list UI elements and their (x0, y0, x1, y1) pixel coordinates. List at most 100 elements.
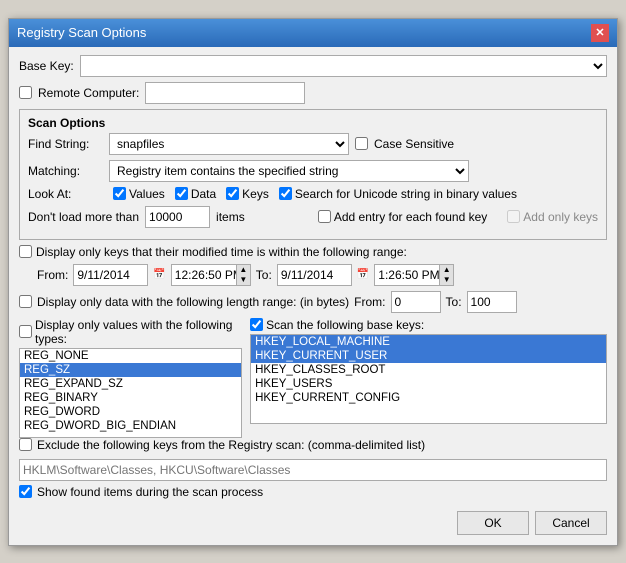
matching-row: Matching: Registry item contains the spe… (28, 160, 598, 182)
find-string-label: Find String: (28, 137, 103, 151)
display-types-label: Display only values with the following t… (35, 318, 242, 346)
to-time-arrows: ▲ ▼ (439, 265, 453, 285)
from-time-down[interactable]: ▼ (236, 275, 250, 285)
list-item[interactable]: HKEY_CLASSES_ROOT (251, 363, 606, 377)
types-checkbox-row: Display only values with the following t… (19, 318, 242, 346)
dialog-title: Registry Scan Options (17, 25, 146, 40)
from-time-arrows: ▲ ▼ (236, 265, 250, 285)
unicode-label: Search for Unicode string in binary valu… (295, 187, 517, 201)
to-label-1: To: (256, 268, 272, 282)
types-list: REG_NONE REG_SZ REG_EXPAND_SZ REG_BINARY… (19, 348, 242, 438)
show-found-checkbox[interactable] (19, 485, 32, 498)
to-date-input[interactable] (277, 264, 352, 286)
data-checkbox-label: Data (175, 187, 216, 201)
from-date-icon[interactable]: 📅 (153, 269, 165, 280)
list-item[interactable]: REG_NONE (20, 349, 241, 363)
list-item[interactable]: REG_SZ (20, 363, 241, 377)
to-date-icon[interactable]: 📅 (357, 269, 369, 280)
scan-options-box: Scan Options Find String: snapfiles Case… (19, 109, 607, 240)
modified-range-checkbox-row: Display only keys that their modified ti… (19, 245, 607, 259)
exclude-section: Exclude the following keys from the Regi… (19, 438, 607, 481)
data-label: Data (191, 187, 216, 201)
find-string-select[interactable]: snapfiles (109, 133, 349, 155)
from-time-spinner: ▲ ▼ (171, 264, 251, 286)
values-checkbox[interactable] (113, 187, 126, 200)
scan-base-keys-label: Scan the following base keys: (266, 318, 424, 332)
modified-range-inputs: From: 📅 ▲ ▼ To: 📅 ▲ ▼ (19, 264, 607, 286)
length-from-input[interactable] (391, 291, 441, 313)
matching-select[interactable]: Registry item contains the specified str… (109, 160, 469, 182)
modified-range-checkbox[interactable] (19, 245, 32, 258)
exclude-checkbox-row: Exclude the following keys from the Regi… (19, 438, 607, 452)
ok-button[interactable]: OK (457, 511, 529, 535)
list-item[interactable]: HKEY_LOCAL_MACHINE (251, 335, 606, 349)
dont-load-row: Don't load more than items Add entry for… (28, 206, 598, 228)
look-at-row: Look At: Values Data Keys Search for Uni… (28, 187, 598, 201)
scan-base-keys-checkbox[interactable] (250, 318, 263, 331)
remote-computer-input[interactable] (145, 82, 305, 104)
length-range-checkbox[interactable] (19, 295, 32, 308)
close-button[interactable]: ✕ (591, 24, 609, 42)
exclude-label: Exclude the following keys from the Regi… (37, 438, 425, 452)
items-label: items (216, 210, 245, 224)
to-time-spinner: ▲ ▼ (374, 264, 454, 286)
add-entry-label: Add entry for each found key (334, 210, 487, 224)
find-string-row: Find String: snapfiles Case Sensitive (28, 133, 598, 155)
base-key-row: Base Key: (19, 55, 607, 77)
exclude-input[interactable] (19, 459, 607, 481)
button-row: OK Cancel (19, 507, 607, 537)
types-checkbox[interactable] (19, 325, 32, 338)
base-key-select[interactable] (80, 55, 607, 77)
unicode-checkbox[interactable] (279, 187, 292, 200)
add-only-keys-label: Add only keys (507, 210, 598, 224)
remote-computer-row: Remote Computer: (19, 82, 607, 104)
keys-checkbox-label: Keys (226, 187, 269, 201)
keys-checkbox[interactable] (226, 187, 239, 200)
keys-list: HKEY_LOCAL_MACHINE HKEY_CURRENT_USER HKE… (250, 334, 607, 424)
add-only-keys-checkbox[interactable] (507, 210, 520, 223)
types-keys-container: Display only values with the following t… (19, 318, 607, 438)
dont-load-label: Don't load more than (28, 210, 139, 224)
add-entry-checkbox[interactable] (318, 210, 331, 223)
length-to-label: To: (446, 295, 462, 309)
list-item[interactable]: HKEY_CURRENT_USER (251, 349, 606, 363)
matching-label: Matching: (28, 164, 103, 178)
add-entry-checkbox-label: Add entry for each found key (318, 210, 487, 224)
unicode-checkbox-label: Search for Unicode string in binary valu… (279, 187, 517, 201)
look-at-label: Look At: (28, 187, 103, 201)
keys-label: Keys (242, 187, 269, 201)
add-only-keys-text: Add only keys (523, 210, 598, 224)
from-date-input[interactable] (73, 264, 148, 286)
from-time-up[interactable]: ▲ (236, 265, 250, 275)
list-item[interactable]: REG_DWORD_BIG_ENDIAN (20, 419, 241, 433)
title-bar: Registry Scan Options ✕ (9, 19, 617, 47)
items-input[interactable] (145, 206, 210, 228)
cancel-button[interactable]: Cancel (535, 511, 607, 535)
modified-range-section: Display only keys that their modified ti… (19, 245, 607, 286)
show-found-label: Show found items during the scan process (37, 485, 263, 499)
length-to-input[interactable] (467, 291, 517, 313)
values-checkbox-label: Values (113, 187, 165, 201)
list-item[interactable]: REG_EXPAND_SZ (20, 377, 241, 391)
exclude-checkbox[interactable] (19, 438, 32, 451)
to-time-down[interactable]: ▼ (439, 275, 453, 285)
case-sensitive-label: Case Sensitive (374, 137, 454, 151)
modified-range-label: Display only keys that their modified ti… (36, 245, 407, 259)
from-label-1: From: (37, 268, 68, 282)
list-item[interactable]: HKEY_CURRENT_CONFIG (251, 391, 606, 405)
dialog: Registry Scan Options ✕ Base Key: Remote… (8, 18, 618, 546)
keys-section: Scan the following base keys: HKEY_LOCAL… (250, 318, 607, 424)
base-key-label: Base Key: (19, 59, 74, 73)
dialog-body: Base Key: Remote Computer: Scan Options … (9, 47, 617, 545)
remote-computer-checkbox[interactable] (19, 86, 32, 99)
to-time-up[interactable]: ▲ (439, 265, 453, 275)
keys-checkbox-row: Scan the following base keys: (250, 318, 607, 332)
case-sensitive-checkbox[interactable] (355, 137, 368, 150)
data-checkbox[interactable] (175, 187, 188, 200)
list-item[interactable]: HKEY_USERS (251, 377, 606, 391)
length-range-label: Display only data with the following len… (37, 295, 349, 309)
show-found-row: Show found items during the scan process (19, 485, 607, 499)
list-item[interactable]: REG_BINARY (20, 391, 241, 405)
remote-computer-label: Remote Computer: (38, 86, 139, 100)
list-item[interactable]: REG_DWORD (20, 405, 241, 419)
